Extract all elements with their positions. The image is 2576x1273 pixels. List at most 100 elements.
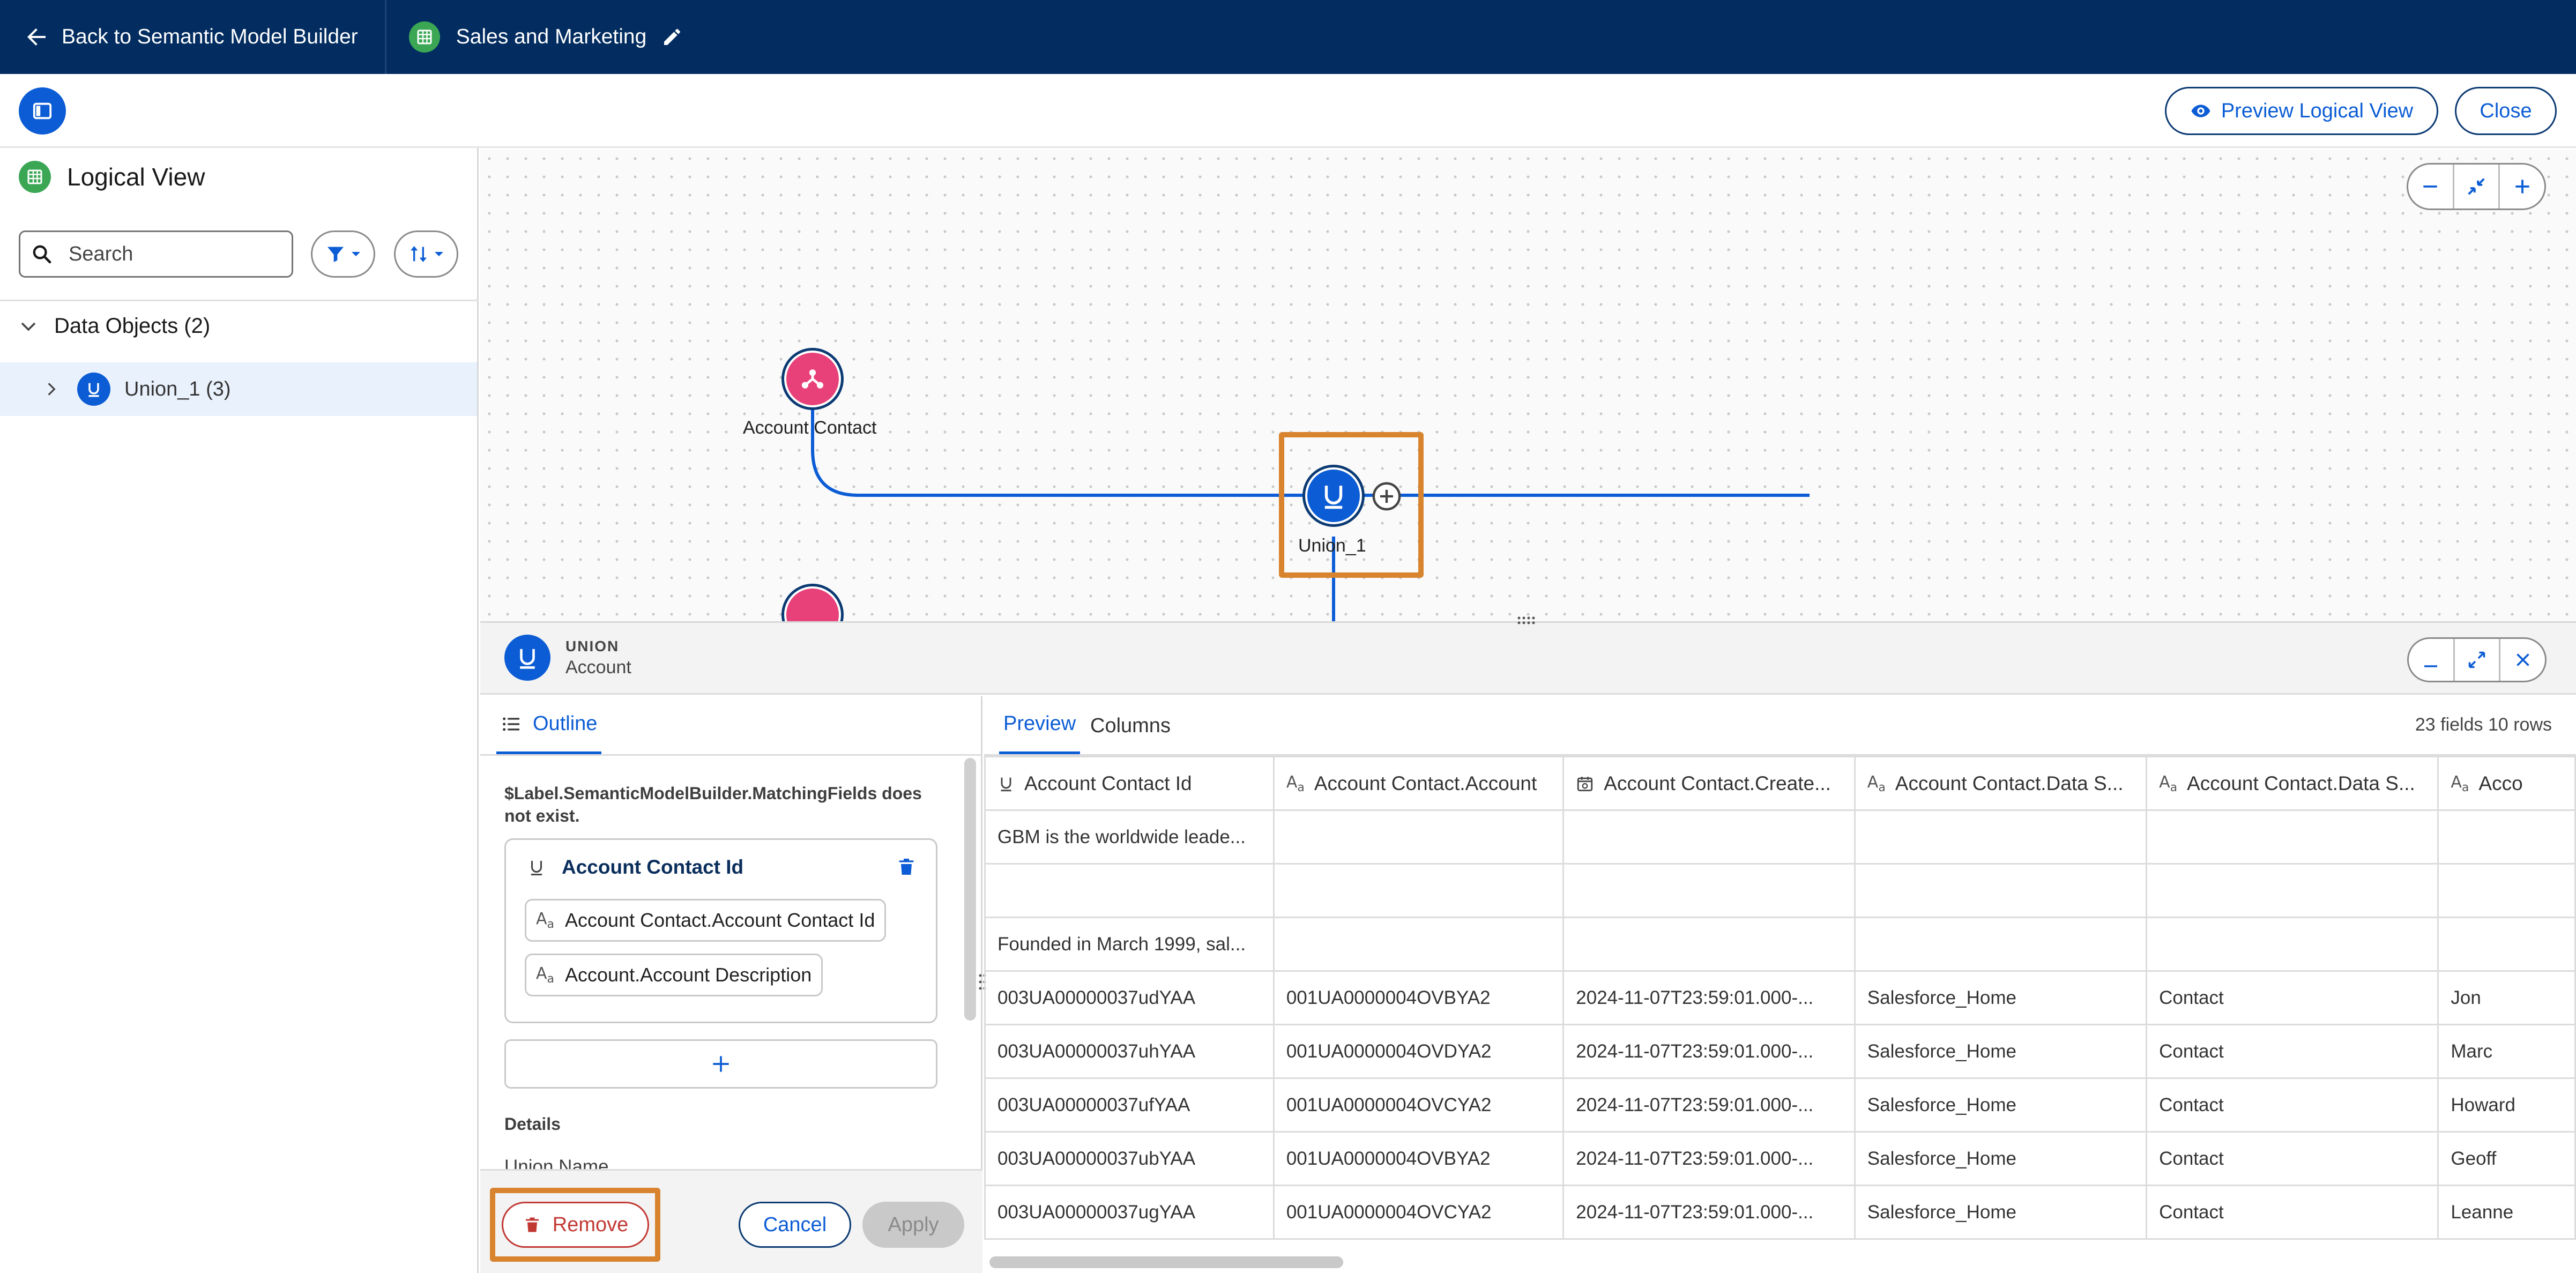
highlight-box xyxy=(1279,432,1424,578)
preview-label: Preview Logical View xyxy=(2221,99,2414,122)
table-cell xyxy=(2437,863,2576,918)
table-cell: 003UA00000037ugYAA xyxy=(984,1185,1275,1240)
cancel-button[interactable]: Cancel xyxy=(739,1202,851,1248)
pencil-icon[interactable] xyxy=(661,26,683,48)
union-icon xyxy=(997,775,1015,792)
table-cell: 2024-11-07T23:59:01.000-... xyxy=(1562,1077,1856,1133)
zoom-out-button[interactable] xyxy=(2408,165,2453,209)
apply-button[interactable]: Apply xyxy=(862,1202,964,1248)
table-cell: 2024-11-07T23:59:01.000-... xyxy=(1562,970,1856,1025)
horizontal-scrollbar[interactable] xyxy=(989,1256,1343,1268)
search-input[interactable]: Search xyxy=(19,230,293,278)
table-cell: 001UA0000004OVDYA2 xyxy=(1272,1024,1565,1079)
zoom-in-button[interactable] xyxy=(2498,165,2544,209)
table-cell xyxy=(2146,863,2439,918)
table-row[interactable]: 003UA00000037ubYAA 001UA0000004OVBYA2 2024… xyxy=(984,1131,2576,1186)
column-header[interactable]: Account Contact Id xyxy=(984,756,1275,811)
table-cell xyxy=(2146,917,2439,972)
sort-button[interactable] xyxy=(394,230,458,278)
field-chip[interactable]: Aa Account.Account Description xyxy=(525,954,823,996)
matching-field-title: Account Contact Id xyxy=(527,856,743,879)
column-header[interactable]: Aa Acco xyxy=(2437,756,2576,811)
tab-preview[interactable]: Preview xyxy=(999,696,1081,756)
back-label: Back to Semantic Model Builder xyxy=(62,25,358,48)
filter-icon xyxy=(327,247,344,262)
text-icon: Aa xyxy=(1867,772,1886,794)
table-cell: 2024-11-07T23:59:01.000-... xyxy=(1562,1131,1856,1186)
table-cell: Howard xyxy=(2437,1077,2576,1133)
table-row[interactable]: 003UA00000037ufYAA 001UA0000004OVCYA2 2024… xyxy=(984,1077,2576,1133)
table-row[interactable]: 003UA00000037uhYAA 001UA0000004OVDYA2 2024… xyxy=(984,1024,2576,1079)
canvas-node-account-contact[interactable] xyxy=(781,348,844,410)
column-header[interactable]: Account Contact.Create... xyxy=(1562,756,1856,811)
chevron-right-icon xyxy=(48,383,56,396)
tab-columns[interactable]: Columns xyxy=(1075,696,1186,756)
column-header-label: Account Contact.Account xyxy=(1314,772,1537,794)
minus-icon xyxy=(2423,185,2437,188)
table-cell: 001UA0000004OVCYA2 xyxy=(1272,1077,1565,1133)
tree-item-union[interactable]: Union_1 (3) xyxy=(0,362,477,416)
field-chip-label: Account Contact.Account Contact Id xyxy=(565,909,875,931)
tab-outline-label: Outline xyxy=(533,712,598,735)
zoom-controls xyxy=(2407,163,2546,210)
table-cell: Contact xyxy=(2146,1131,2439,1186)
tab-preview-label: Preview xyxy=(1003,712,1076,735)
table-cell: Contact xyxy=(2146,1024,2439,1079)
close-panel-button[interactable] xyxy=(2499,639,2545,681)
chevron-down-icon xyxy=(21,322,36,331)
bottom-panel-title: UNION Account xyxy=(504,635,631,681)
table-cell xyxy=(1562,917,1856,972)
table-cell: 2024-11-07T23:59:01.000-... xyxy=(1562,1185,1856,1240)
panel-title: Logical View xyxy=(19,161,205,193)
expand-icon xyxy=(2468,651,2485,668)
union-field-icon xyxy=(531,861,542,876)
table-cell: Geoff xyxy=(2437,1131,2576,1186)
tree-item-label: Union_1 (3) xyxy=(124,377,231,400)
eye-icon xyxy=(2191,105,2210,117)
table-cell: 003UA00000037ufYAA xyxy=(984,1077,1275,1133)
field-chip[interactable]: Aa Account Contact.Account Contact Id xyxy=(525,899,887,942)
table-cell: 003UA00000037ubYAA xyxy=(984,1131,1275,1186)
table-row[interactable]: Founded in March 1999, sal... xyxy=(984,917,2576,972)
union-icon xyxy=(504,635,550,681)
resize-handle-icon[interactable] xyxy=(1516,615,1537,626)
close-button[interactable]: Close xyxy=(2455,87,2557,135)
column-header[interactable]: Aa Account Contact.Account xyxy=(1272,756,1565,811)
column-header[interactable]: Aa Account Contact.Data S... xyxy=(1853,756,2148,811)
table-cell: Salesforce_Home xyxy=(1853,1131,2148,1186)
highlight-box xyxy=(490,1188,660,1262)
table-row[interactable]: GBM is the worldwide leade... xyxy=(984,809,2576,865)
spreadsheet-icon xyxy=(408,21,440,53)
object-name: Account xyxy=(565,657,631,678)
expand-button[interactable] xyxy=(2453,639,2499,681)
table-cell xyxy=(1272,863,1565,918)
list-icon xyxy=(503,717,519,731)
table-cell: Contact xyxy=(2146,1185,2439,1240)
top-bar: Back to Semantic Model Builder Sales and… xyxy=(0,0,2576,74)
add-matching-field-button[interactable] xyxy=(504,1039,937,1089)
outline-scrollbar[interactable] xyxy=(964,758,976,1021)
table-row[interactable] xyxy=(984,863,2576,918)
panel-toggle-button[interactable] xyxy=(19,87,66,135)
column-header[interactable]: Aa Account Contact.Data S... xyxy=(2146,756,2439,811)
tree-group-data-objects[interactable]: Data Objects (2) xyxy=(19,314,210,338)
table-cell: Salesforce_Home xyxy=(1853,970,2148,1025)
table-row[interactable]: 003UA00000037udYAA 001UA0000004OVBYA2 2024… xyxy=(984,970,2576,1025)
trash-icon[interactable] xyxy=(896,856,917,877)
column-header-label: Account Contact.Create... xyxy=(1604,772,1831,794)
back-button[interactable]: Back to Semantic Model Builder xyxy=(0,0,386,74)
table-cell xyxy=(984,863,1275,918)
fit-to-screen-button[interactable] xyxy=(2452,165,2499,209)
minimize-button[interactable] xyxy=(2409,639,2453,681)
filter-button[interactable] xyxy=(311,230,375,278)
plus-icon xyxy=(2515,180,2529,193)
union-icon xyxy=(77,373,110,406)
column-header-label: Account Contact.Data S... xyxy=(2187,772,2415,794)
tab-outline[interactable]: Outline xyxy=(496,696,602,756)
datetime-icon xyxy=(1576,775,1594,793)
diagram-canvas[interactable]: Account Contact Union_1 xyxy=(480,150,2576,621)
data-grid: Account Contact Id Aa Account Contact.Acco… xyxy=(984,756,2576,1240)
preview-logical-view-button[interactable]: Preview Logical View xyxy=(2165,87,2438,135)
table-cell: 001UA0000004OVBYA2 xyxy=(1272,1131,1565,1186)
table-row[interactable]: 003UA00000037ugYAA 001UA0000004OVCYA2 2024… xyxy=(984,1185,2576,1240)
